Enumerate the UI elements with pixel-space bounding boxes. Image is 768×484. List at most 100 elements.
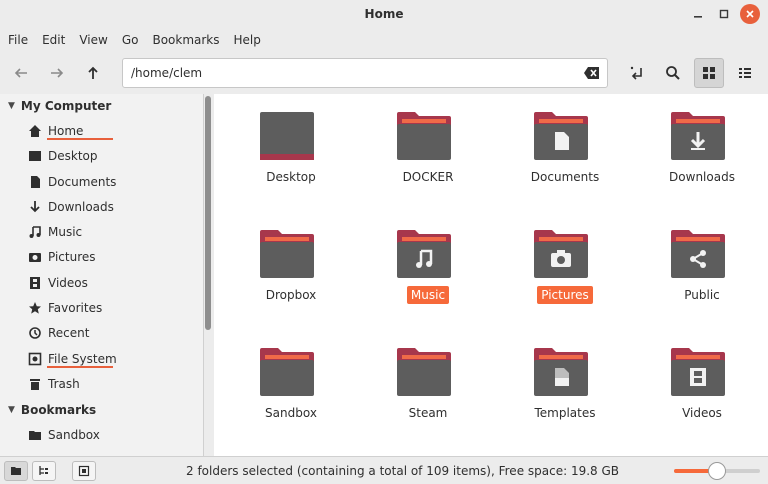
arrow-up-icon [88, 66, 98, 79]
hide-sidebar-button[interactable] [72, 461, 96, 481]
file-view: Desktop DOCKER Documents Downloads Dropb… [214, 94, 768, 456]
arrow-right-icon [51, 68, 64, 78]
file-item-documents[interactable]: Documents [515, 112, 615, 222]
downloads-folder-icon [671, 112, 725, 160]
sidebar-item-music[interactable]: Music [28, 221, 82, 243]
menu-help[interactable]: Help [230, 33, 265, 47]
documents-folder-icon [534, 112, 588, 160]
sidebar-item-recent[interactable]: Recent [28, 322, 89, 344]
menu-file[interactable]: File [4, 33, 32, 47]
home-icon [28, 124, 42, 138]
sidebar-item-downloads[interactable]: Downloads [28, 196, 114, 218]
arrow-left-icon [14, 68, 27, 78]
up-button[interactable] [78, 58, 108, 88]
file-system-underline [47, 366, 113, 368]
clear-location-button[interactable] [583, 65, 601, 81]
sidebar-scrollbar[interactable] [204, 94, 212, 456]
list-icon [739, 68, 751, 78]
sidebar-item-label: Documents [48, 175, 117, 189]
music-icon [28, 225, 42, 239]
sidebar-item-videos[interactable]: Videos [28, 272, 88, 294]
sidebar-item-sandbox[interactable]: Sandbox [28, 424, 100, 446]
file-item-pictures[interactable]: Pictures [515, 230, 615, 340]
file-item-music[interactable]: Music [378, 230, 478, 340]
home-underline [47, 138, 113, 140]
file-name: Steam [408, 406, 448, 420]
file-item-sandbox[interactable]: Sandbox [241, 348, 341, 458]
sidebar-item-label: Videos [48, 276, 88, 290]
file-item-downloads[interactable]: Downloads [652, 112, 752, 222]
tree-icon [39, 466, 48, 475]
folder-icon [260, 348, 314, 396]
file-item-templates[interactable]: Templates [515, 348, 615, 458]
sidebar-item-favorites[interactable]: Favorites [28, 297, 102, 319]
section-bookmarks[interactable]: ▼ Bookmarks [8, 400, 96, 420]
menu-bookmarks[interactable]: Bookmarks [148, 33, 223, 47]
folder-icon [260, 230, 314, 278]
minimize-icon [694, 16, 702, 18]
videos-folder-icon [671, 348, 725, 396]
film-icon [28, 276, 42, 290]
menu-view[interactable]: View [75, 33, 111, 47]
section-my-computer[interactable]: ▼ My Computer [8, 96, 111, 116]
file-name: Public [684, 288, 720, 302]
grid-icon [703, 67, 715, 79]
show-places-button[interactable] [4, 461, 28, 481]
close-button[interactable] [740, 4, 760, 24]
sidebar-item-label: Downloads [48, 200, 114, 214]
folder-icon [397, 348, 451, 396]
templates-folder-icon [534, 348, 588, 396]
maximize-button[interactable] [714, 4, 734, 24]
sidebar-item-label: Pictures [48, 250, 96, 264]
public-folder-icon [671, 230, 725, 278]
file-item-desktop[interactable]: Desktop [241, 112, 341, 222]
trash-icon [28, 377, 42, 391]
window-controls [688, 4, 760, 24]
sidebar-item-label: Trash [48, 377, 80, 391]
file-name: Music [368, 286, 488, 304]
backspace-icon [584, 67, 599, 79]
file-item-dropbox[interactable]: Dropbox [241, 230, 341, 340]
sidebar-item-label: Home [48, 124, 84, 138]
location-input[interactable] [131, 66, 571, 80]
sidebar-item-label: Music [48, 225, 83, 239]
desktop-folder-icon [260, 112, 314, 160]
folder-icon [28, 428, 42, 442]
menu-bar: File Edit View Go Bookmarks Help [0, 28, 768, 52]
zoom-slider[interactable] [674, 462, 760, 480]
sidebar-item-label: Sandbox [48, 428, 100, 442]
title-bar: Home [0, 0, 768, 28]
sidebar-item-pictures[interactable]: Pictures [28, 246, 96, 268]
sidebar-item-label: File System [48, 352, 117, 366]
scroll-thumb[interactable] [205, 96, 211, 330]
forward-button[interactable] [42, 58, 72, 88]
search-icon [666, 66, 680, 80]
toggle-location-button[interactable] [622, 58, 652, 88]
sidebar-item-desktop[interactable]: Desktop [28, 145, 98, 167]
folder-icon [11, 467, 21, 475]
maximize-icon [719, 9, 729, 19]
menu-go[interactable]: Go [118, 33, 143, 47]
icon-view-button[interactable] [694, 58, 724, 88]
file-item-public[interactable]: Public [652, 230, 752, 340]
recent-icon [28, 326, 42, 340]
back-button[interactable] [6, 58, 36, 88]
pictures-folder-icon [534, 230, 588, 278]
menu-edit[interactable]: Edit [38, 33, 69, 47]
minimize-button[interactable] [688, 4, 708, 24]
show-tree-button[interactable] [32, 461, 56, 481]
file-item-videos[interactable]: Videos [652, 348, 752, 458]
file-item-docker[interactable]: DOCKER [378, 112, 478, 222]
location-bar [122, 58, 608, 88]
camera-icon [28, 250, 42, 264]
file-name: DOCKER [402, 170, 454, 184]
sidebar-toggle-icon [78, 465, 90, 477]
sidebar-item-label: Desktop [48, 149, 98, 163]
list-view-button[interactable] [730, 58, 760, 88]
zoom-slider-handle[interactable] [708, 462, 726, 480]
sidebar-item-trash[interactable]: Trash [28, 373, 80, 395]
file-name: Sandbox [265, 406, 317, 420]
sidebar-item-documents[interactable]: Documents [28, 171, 116, 193]
file-item-steam[interactable]: Steam [378, 348, 478, 458]
search-button[interactable] [658, 58, 688, 88]
